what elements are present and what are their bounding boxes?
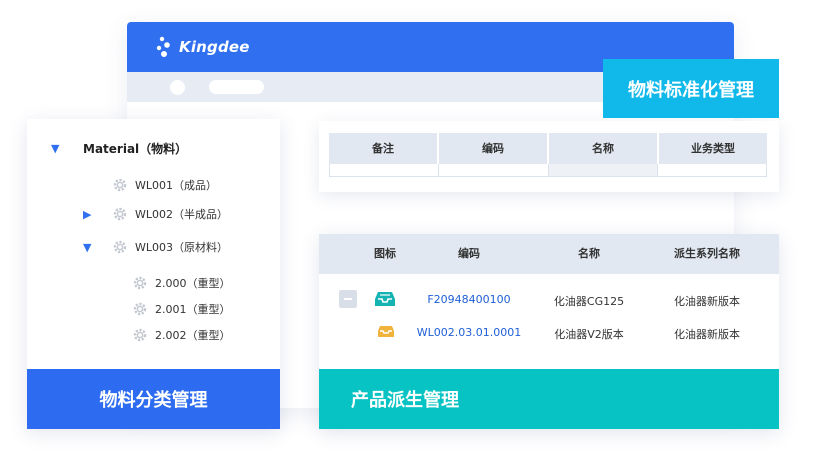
gear-icon [113, 178, 127, 192]
category-panel: ▼ Material（物料） WL001（成品） ▶ WL002（半成品） ▼ [27, 119, 280, 429]
tree-root-label: Material（物料） [83, 142, 188, 156]
tree-item-wl002[interactable]: ▶ WL002（半成品） [83, 206, 228, 222]
collapse-button[interactable] [339, 290, 357, 308]
tree-item-label: 2.001（重型） [155, 303, 231, 316]
row-2-code[interactable]: WL002.03.01.0001 [417, 326, 521, 339]
standardization-title: 物料标准化管理 [603, 59, 779, 118]
table-cell[interactable] [439, 164, 549, 176]
kingdee-logo[interactable]: Kingdee [155, 35, 250, 59]
standardization-table: 备注 编码 名称 业务类型 [329, 133, 767, 179]
expanded-triangle-icon[interactable]: ▼ [51, 142, 65, 155]
derivation-header: 图标 编码 名称 派生系列名称 [319, 234, 779, 274]
derivation-panel: 图标 编码 名称 派生系列名称 F20948400100 化油器CG125 化油… [319, 234, 779, 429]
row-1-name: 化油器CG125 [553, 295, 625, 308]
row-2-series: 化油器新版本 [674, 328, 740, 341]
column-header-code[interactable]: 编码 [439, 133, 549, 164]
tree-item-label: 2.002（重型） [155, 329, 231, 342]
row-2-name: 化油器V2版本 [554, 328, 624, 341]
row-1-code[interactable]: F20948400100 [427, 293, 510, 306]
logo-dots-icon [156, 36, 170, 57]
column-header-name[interactable]: 名称 [549, 133, 659, 164]
tree-item-label: WL002（半成品） [135, 208, 229, 221]
expanded-triangle-icon[interactable]: ▼ [83, 241, 113, 254]
standardization-header: 备注 编码 名称 业务类型 [329, 133, 767, 164]
collapsed-triangle-icon[interactable]: ▶ [83, 208, 113, 221]
gear-icon [133, 328, 147, 342]
table-cell[interactable] [330, 164, 440, 176]
gear-icon [133, 276, 147, 290]
column-header-name[interactable]: 名称 [578, 234, 600, 274]
table-cell[interactable] [548, 164, 658, 176]
tree-root[interactable]: ▼ Material（物料） [51, 140, 187, 157]
column-header-remark[interactable]: 备注 [329, 133, 439, 164]
stage: Kingdee 备注 编码 名称 业务类型 物料标准化管理 ▼ Material… [0, 0, 817, 470]
tree-item-2002[interactable]: 2.002（重型） [133, 327, 231, 343]
tree-item-label: 2.000（重型） [155, 277, 231, 290]
table-cell[interactable] [658, 164, 766, 176]
tab-pill[interactable] [209, 80, 264, 94]
column-header-business-type[interactable]: 业务类型 [659, 133, 767, 164]
gear-icon [133, 302, 147, 316]
tree-item-wl003[interactable]: ▼ WL003（原材料） [83, 239, 228, 255]
table-row[interactable] [329, 164, 767, 177]
column-header-code[interactable]: 编码 [458, 234, 480, 274]
column-header-icon[interactable]: 图标 [374, 234, 396, 274]
tree-item-2001[interactable]: 2.001（重型） [133, 301, 231, 317]
tray-yellow-icon [378, 326, 394, 337]
tray-teal-icon [375, 292, 395, 306]
row-1-series: 化油器新版本 [674, 295, 740, 308]
brand-name: Kingdee [179, 38, 250, 56]
tree-item-wl001[interactable]: WL001（成品） [113, 177, 217, 193]
derivation-title: 产品派生管理 [319, 369, 779, 429]
gear-icon [113, 207, 127, 221]
standardization-card: 备注 编码 名称 业务类型 [319, 121, 779, 192]
gear-icon [113, 240, 127, 254]
category-title: 物料分类管理 [27, 369, 280, 429]
tree-item-label: WL003（原材料） [135, 241, 229, 254]
tree-item-label: WL001（成品） [135, 179, 218, 192]
tree-item-2000[interactable]: 2.000（重型） [133, 275, 231, 291]
tab-dot[interactable] [170, 80, 185, 95]
column-header-series[interactable]: 派生系列名称 [674, 234, 740, 274]
